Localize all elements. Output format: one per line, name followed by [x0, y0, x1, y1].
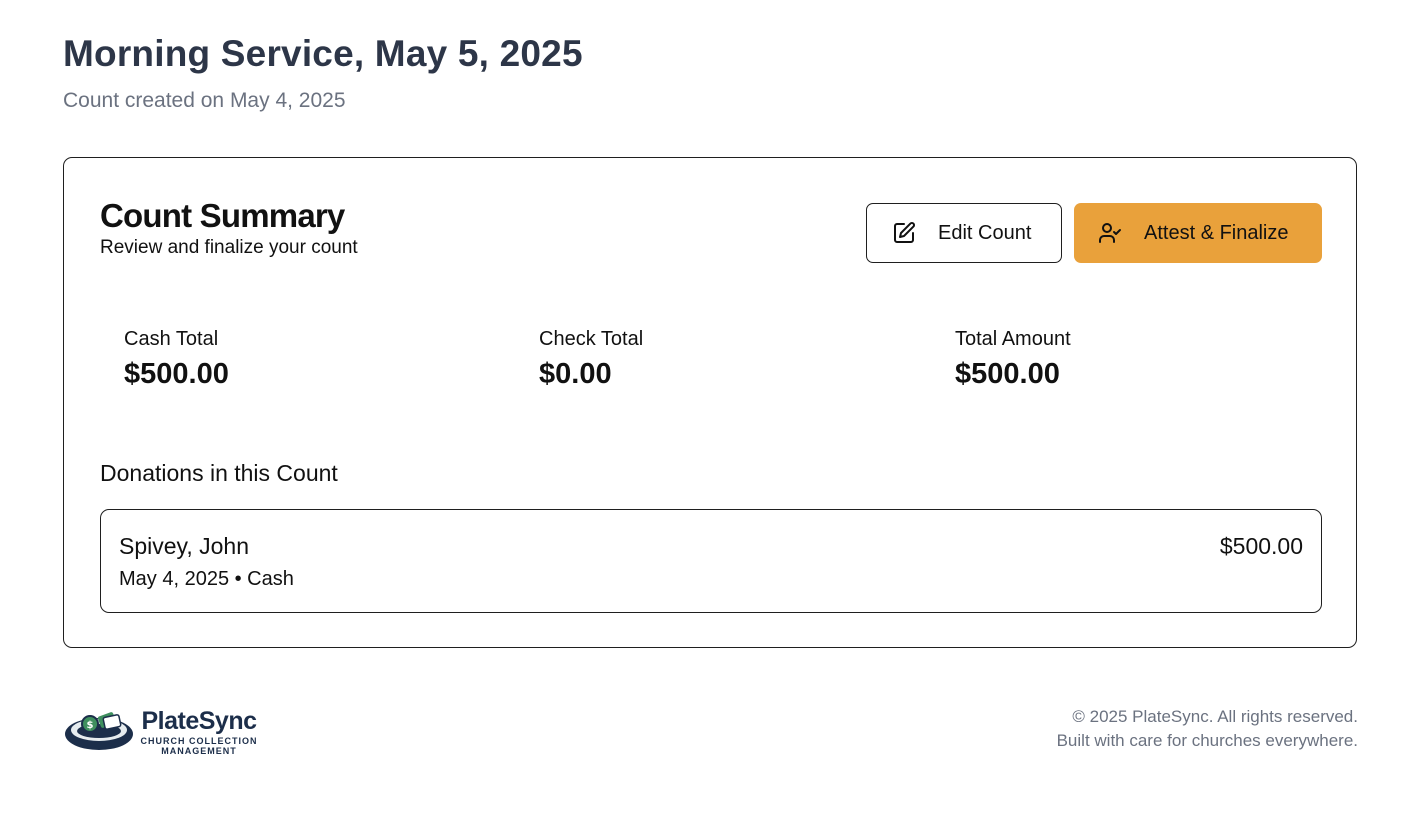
page-title: Morning Service, May 5, 2025 [63, 33, 583, 74]
cash-total-value: $500.00 [124, 358, 229, 390]
page-subtitle: Count created on May 4, 2025 [63, 89, 346, 112]
donation-amount: $500.00 [1219, 533, 1303, 559]
edit-count-button[interactable]: Edit Count [866, 203, 1062, 263]
attest-finalize-button[interactable]: Attest & Finalize [1074, 203, 1322, 263]
edit-count-label: Edit Count [938, 221, 1032, 244]
donations-heading: Donations in this Count [100, 460, 338, 486]
check-total-value: $0.00 [539, 358, 612, 390]
logo-name: PlateSync [141, 706, 257, 735]
platesync-logo: $ PlateSync CHURCH COLLECTION MANAGEMENT [63, 700, 259, 761]
logo-tagline: CHURCH COLLECTION MANAGEMENT [140, 735, 258, 756]
footer-copyright: © 2025 PlateSync. All rights reserved. B… [1057, 705, 1358, 753]
footer-tagline: Built with care for churches everywhere. [1056, 731, 1358, 750]
edit-pencil-icon [892, 221, 916, 245]
check-total-label: Check Total [539, 328, 644, 350]
attest-finalize-label: Attest & Finalize [1144, 221, 1289, 244]
logo-text: PlateSync CHURCH COLLECTION MANAGEMENT [139, 706, 259, 756]
total-amount: Total Amount $500.00 [955, 326, 1255, 392]
cash-total: Cash Total $500.00 [124, 326, 424, 392]
donation-list-item[interactable]: Spivey, John May 4, 2025 • Cash $500.00 [100, 509, 1322, 613]
count-summary-description: Review and finalize your count [100, 237, 358, 258]
check-total: Check Total $0.00 [539, 326, 839, 392]
count-summary-title: Count Summary [100, 197, 345, 234]
total-amount-label: Total Amount [955, 328, 1071, 350]
cash-total-label: Cash Total [124, 328, 219, 350]
user-check-icon [1098, 221, 1122, 245]
donor-name: Spivey, John [119, 533, 249, 559]
collection-plate-icon: $ [63, 700, 135, 761]
total-amount-value: $500.00 [955, 358, 1060, 390]
page-header: Morning Service, May 5, 2025 Count creat… [63, 30, 583, 114]
svg-text:$: $ [87, 720, 94, 731]
donation-meta: May 4, 2025 • Cash [119, 568, 294, 590]
copyright-text: © 2025 PlateSync. All rights reserved. [1072, 707, 1358, 726]
count-summary-card: Count Summary Review and finalize your c… [63, 157, 1357, 648]
